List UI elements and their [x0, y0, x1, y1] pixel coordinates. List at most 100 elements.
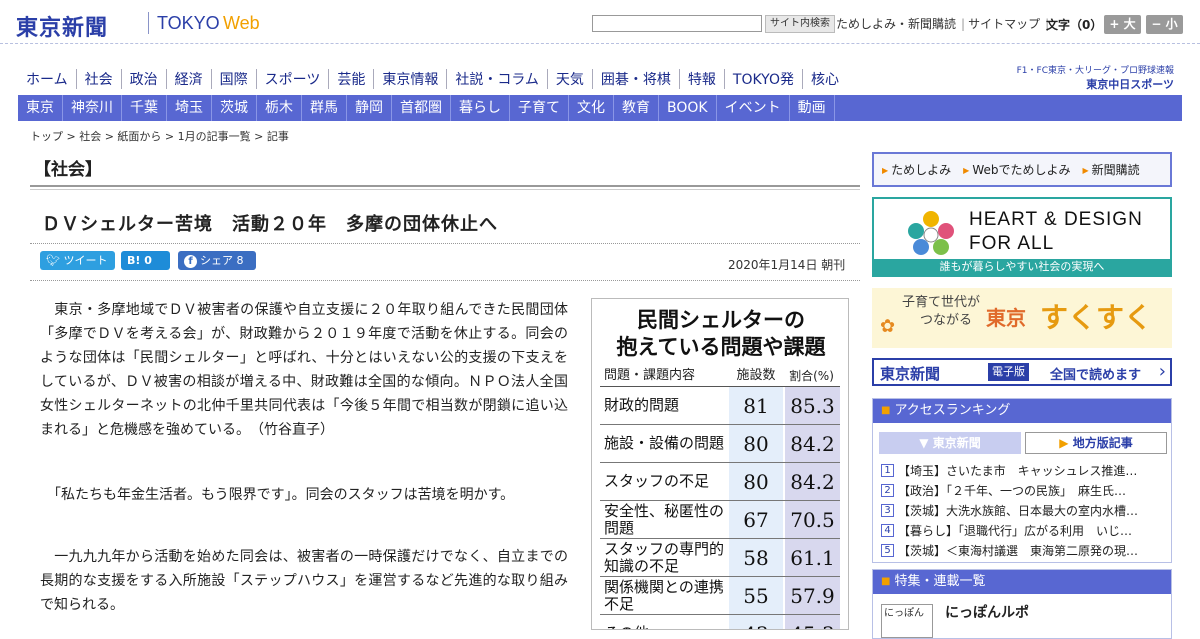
title-divider: [30, 243, 860, 244]
facebook-share-button[interactable]: f シェア 8: [178, 251, 256, 270]
heart-design-banner[interactable]: HEART & DESIGN FOR ALL 誰もが暮らしやすい社会の実現へ: [872, 197, 1172, 277]
regional-nav-item[interactable]: 栃木: [257, 95, 302, 121]
main-nav-item[interactable]: 政治: [120, 69, 166, 89]
main-nav-item[interactable]: TOKYO発: [723, 69, 802, 89]
chunichi-sports-link[interactable]: F1・FC東京・大リーグ・プロ野球速報 東京中日スポーツ: [1017, 63, 1174, 92]
regional-nav-item[interactable]: 文化: [569, 95, 614, 121]
regional-nav-item[interactable]: 動画: [790, 95, 835, 121]
figure-title-line1: 民間シェルターの: [637, 308, 805, 332]
figure-table-row: 施設・設備の問題 80 84.2: [600, 425, 840, 463]
regional-nav-item[interactable]: 子育て: [510, 95, 569, 121]
regional-nav-item[interactable]: BOOK: [659, 95, 717, 121]
sidebar-link-tameshiyomi[interactable]: ためしよみ: [882, 161, 951, 178]
ranking-list: 1 【埼玉】さいたま市 キャッシュレス推進… 2 【政治】「２千年、一つの民族」 麻生…: [881, 461, 1166, 561]
main-nav-item[interactable]: 特報: [678, 69, 724, 89]
ranking-item-title: 【茨城】＜東海村議選 東海第二原発の現…: [898, 544, 1139, 558]
logo-web-text[interactable]: Web: [223, 13, 260, 34]
ranking-tab-label: 地方版記事: [1072, 436, 1133, 450]
font-size-increase-button[interactable]: + 大: [1104, 15, 1141, 34]
regional-nav-item[interactable]: 群馬: [302, 95, 347, 121]
figure-row-item: スタッフの不足: [604, 472, 710, 490]
figure-col-pct: 割合(%): [789, 369, 834, 383]
feature-link[interactable]: にっぽんルポ: [945, 602, 1029, 622]
logo-tokyo-text[interactable]: TOKYO: [157, 13, 220, 34]
ranking-tab-label: 東京新聞: [932, 436, 981, 450]
article-date: 2020年1月14日 朝刊: [728, 258, 846, 272]
access-ranking-panel: アクセスランキング ▼ 東京新聞 ▶ 地方版記事 1 【埼玉】さいたま市 キャッシ…: [872, 398, 1172, 563]
regional-nav-item[interactable]: イベント: [717, 95, 790, 121]
sukusuku-subtitle: 子育て世代が つながる: [902, 294, 980, 330]
features-panel: 特集・連載一覧 にっぽん にっぽんルポ: [872, 569, 1172, 639]
regional-nav-item[interactable]: 暮らし: [451, 95, 510, 121]
main-nav-item[interactable]: ホーム: [18, 69, 76, 89]
sidebar-link-subscribe[interactable]: 新聞購読: [1083, 161, 1140, 178]
ranking-item[interactable]: 3 【茨城】大洗水族館、日本最大の室内水槽…: [881, 501, 1166, 521]
sidebar-link-web-tameshiyomi[interactable]: Webでためしよみ: [963, 161, 1070, 178]
main-nav-item[interactable]: 社会: [75, 69, 121, 89]
twitter-bird-icon: 🐦︎: [46, 254, 64, 267]
main-nav-item[interactable]: 東京情報: [373, 69, 446, 89]
ranking-item[interactable]: 1 【埼玉】さいたま市 キャッシュレス推進…: [881, 461, 1166, 481]
main-nav-item[interactable]: 囲碁・将棋: [591, 69, 679, 89]
heart-design-flower-icon: [908, 211, 954, 255]
site-header: 東京新聞 TOKYO Web サイト内検索 ためしよみ・新聞購読 | サイトマップ |…: [0, 0, 1200, 44]
facebook-icon: f: [184, 255, 197, 268]
regional-nav-item[interactable]: 千葉: [122, 95, 167, 121]
regional-nav-item[interactable]: 教育: [614, 95, 659, 121]
ranking-heading: アクセスランキング: [873, 399, 1171, 423]
ranking-tab-tokyo-shimbun[interactable]: ▼ 東京新聞: [879, 432, 1021, 454]
main-nav-item[interactable]: 芸能: [328, 69, 373, 89]
main-nav-item[interactable]: 国際: [210, 69, 256, 89]
regional-nav-item[interactable]: 東京: [18, 95, 63, 121]
chunichi-sports-logo: 東京中日スポーツ: [1086, 78, 1174, 91]
figure-row-count: 58: [729, 539, 783, 576]
sukusuku-logo-text: すくすく: [1040, 301, 1153, 334]
regional-nav-item[interactable]: 首都圏: [392, 95, 451, 121]
ranking-number: 5: [881, 544, 894, 557]
tokyo-sukusuku-banner[interactable]: 子育て世代が つながる ✿ 東京 すくすく: [872, 288, 1172, 348]
shelter-problems-figure[interactable]: 民間シェルターの 抱えている問題や課題 問題・課題内容 施設数 割合(%) 財政…: [591, 298, 849, 630]
feature-thumbnail[interactable]: にっぽん: [881, 604, 933, 638]
main-nav-item[interactable]: 核心: [801, 69, 847, 89]
figure-row-count: 67: [729, 501, 783, 538]
figure-title-line2: 抱えている問題や課題: [616, 335, 826, 359]
ranking-number: 4: [881, 524, 894, 537]
regional-nav-item[interactable]: 埼玉: [167, 95, 212, 121]
main-nav-item[interactable]: 天気: [546, 69, 592, 89]
figure-title: 民間シェルターの 抱えている問題や課題: [592, 307, 848, 361]
category-divider: [30, 185, 860, 190]
chevron-right-icon: ›: [1158, 361, 1166, 382]
sukusuku-subtitle-line1: 子育て世代が: [902, 295, 981, 310]
hatena-bookmark-button[interactable]: B! 0: [121, 251, 170, 270]
caret-down-icon: ▼: [919, 436, 933, 450]
regional-nav-item[interactable]: 神奈川: [63, 95, 122, 121]
main-nav-item[interactable]: 社説・コラム: [446, 69, 547, 89]
header-link-subscribe[interactable]: ためしよみ・新聞購読: [836, 17, 956, 31]
regional-nav-item[interactable]: 静岡: [347, 95, 392, 121]
ranking-item[interactable]: 4 【暮らし】「退職代行」広がる利用 いじ…: [881, 521, 1166, 541]
breadcrumb[interactable]: トップ > 社会 > 紙面から > 1月の記事一覧 > 記事: [30, 128, 289, 144]
main-nav-item[interactable]: 経済: [165, 69, 211, 89]
ranking-item-title: 【茨城】大洗水族館、日本最大の室内水槽…: [898, 504, 1139, 518]
ranking-item[interactable]: 2 【政治】「２千年、一つの民族」 麻生氏…: [881, 481, 1166, 501]
ranking-number: 1: [881, 464, 894, 477]
tweet-button[interactable]: 🐦︎ ツイート: [40, 251, 115, 270]
header-link-sitemap[interactable]: サイトマップ: [968, 17, 1040, 31]
figure-row-pct: 45.3: [783, 615, 840, 629]
main-nav-item[interactable]: スポーツ: [255, 69, 329, 89]
tokyo-shimbun-logo[interactable]: 東京新聞: [16, 10, 108, 42]
ranking-tab-regional[interactable]: ▶ 地方版記事: [1025, 432, 1167, 454]
figure-col-count: 施設数: [736, 368, 776, 383]
digital-edition-banner[interactable]: 東京新聞 電子版 全国で読めます ›: [872, 358, 1172, 386]
ranking-item[interactable]: 5 【茨城】＜東海村議選 東海第二原発の現…: [881, 541, 1166, 561]
figure-table-row: 安全性、秘匿性の問題 67 70.5: [600, 501, 840, 539]
ranking-item-title: 【埼玉】さいたま市 キャッシュレス推進…: [898, 464, 1138, 478]
regional-nav-item[interactable]: 茨城: [212, 95, 257, 121]
figure-row-pct: 57.9: [783, 577, 840, 614]
figure-row-pct: 61.1: [783, 539, 840, 576]
site-search-input[interactable]: [592, 15, 762, 32]
font-size-decrease-button[interactable]: − 小: [1146, 15, 1183, 34]
figure-row-pct: 84.2: [783, 463, 840, 500]
figure-rows: 財政的問題 81 85.3 施設・設備の問題 80 84.2 スタッフの不足 80 84.2 安全…: [600, 387, 840, 629]
site-search-button[interactable]: サイト内検索: [765, 15, 835, 33]
